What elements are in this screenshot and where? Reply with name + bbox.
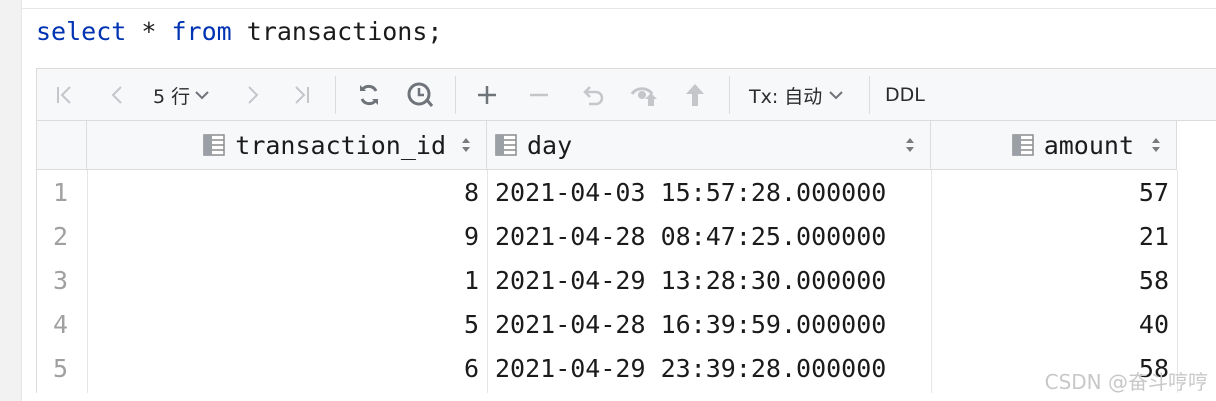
last-page-icon[interactable] — [287, 81, 315, 109]
row-number: 2 — [53, 222, 69, 251]
column-icon — [203, 134, 226, 156]
table-row[interactable]: 5 6 2021-04-29 23:39:28.000000 58 — [37, 347, 1177, 391]
toolbar-separator — [729, 76, 730, 114]
column-header-transaction-id[interactable]: transaction_id — [87, 121, 487, 170]
sql-editor-line[interactable]: select * from transactions; — [36, 16, 442, 48]
tx-mode-label: Tx: 自动 — [749, 85, 823, 108]
data-grid: transaction_id day amount 1 8 2021-04-03… — [37, 121, 1216, 393]
table-row[interactable]: 1 8 2021-04-03 15:57:28.000000 57 — [37, 171, 1177, 215]
column-header-label: amount — [1043, 130, 1134, 160]
next-page-icon[interactable] — [239, 81, 267, 109]
table-row[interactable]: 4 5 2021-04-28 16:39:59.000000 40 — [37, 303, 1177, 347]
ddl-button[interactable]: DDL — [885, 81, 933, 109]
cell-transaction-id[interactable]: 8 — [87, 171, 479, 215]
toolbar-separator — [869, 76, 870, 114]
sort-icon[interactable] — [904, 135, 916, 155]
row-number: 1 — [53, 178, 69, 207]
result-toolbar: 5 行 Tx: 自动 DDL — [37, 69, 1216, 121]
cell-day[interactable]: 2021-04-28 16:39:59.000000 — [495, 303, 925, 347]
cell-transaction-id[interactable]: 9 — [87, 215, 479, 259]
cell-transaction-id[interactable]: 6 — [87, 347, 479, 391]
preview-changes-icon[interactable] — [629, 81, 659, 109]
cell-transaction-id[interactable]: 5 — [87, 303, 479, 347]
result-panel: 5 行 Tx: 自动 DDL transaction_id day amount… — [36, 68, 1216, 393]
first-page-icon[interactable] — [51, 81, 79, 109]
cell-amount[interactable]: 58 — [931, 259, 1169, 303]
sort-icon[interactable] — [1150, 135, 1162, 155]
revert-icon[interactable] — [577, 81, 607, 109]
cell-amount[interactable]: 40 — [931, 303, 1169, 347]
toolbar-separator — [335, 76, 336, 114]
submit-icon[interactable] — [681, 81, 709, 109]
column-header-label: transaction_id — [235, 130, 446, 160]
sql-star: * — [141, 17, 157, 46]
toolbar-separator — [455, 76, 456, 114]
column-icon — [1011, 134, 1034, 156]
cell-amount[interactable]: 57 — [931, 171, 1169, 215]
column-header-day[interactable]: day — [487, 121, 931, 170]
divider — [22, 8, 1216, 9]
cell-amount[interactable]: 21 — [931, 215, 1169, 259]
chevron-down-icon — [195, 91, 209, 100]
cell-day[interactable]: 2021-04-28 08:47:25.000000 — [495, 215, 925, 259]
cell-day[interactable]: 2021-04-29 23:39:28.000000 — [495, 347, 925, 391]
row-number-header — [37, 121, 87, 170]
row-count-label: 5 行 — [153, 85, 191, 108]
sql-table-name: transactions; — [246, 17, 443, 46]
table-row[interactable]: 3 1 2021-04-29 13:28:30.000000 58 — [37, 259, 1177, 303]
column-header-label: day — [527, 130, 573, 160]
row-number: 4 — [53, 310, 69, 339]
row-number: 5 — [53, 354, 69, 383]
editor-gutter — [0, 0, 22, 401]
column-icon — [495, 134, 517, 156]
cell-day[interactable]: 2021-04-29 13:28:30.000000 — [495, 259, 925, 303]
watermark: CSDN @奋斗哼哼 — [1044, 370, 1208, 394]
add-row-icon[interactable] — [473, 81, 501, 109]
chevron-down-icon — [829, 91, 844, 100]
sql-keyword: from — [171, 17, 232, 46]
column-divider — [1177, 170, 1178, 393]
sort-icon[interactable] — [460, 135, 472, 155]
delete-row-icon[interactable] — [525, 81, 553, 109]
row-number: 3 — [53, 266, 69, 295]
cell-day[interactable]: 2021-04-03 15:57:28.000000 — [495, 171, 925, 215]
sql-keyword: select — [36, 17, 127, 46]
cell-transaction-id[interactable]: 1 — [87, 259, 479, 303]
table-row[interactable]: 2 9 2021-04-28 08:47:25.000000 21 — [37, 215, 1177, 259]
column-header-amount[interactable]: amount — [931, 121, 1177, 170]
row-count-dropdown[interactable]: 5 行 — [153, 81, 223, 109]
ddl-label: DDL — [885, 84, 925, 106]
tx-mode-dropdown[interactable]: Tx: 自动 — [749, 81, 853, 109]
refresh-icon[interactable] — [353, 81, 385, 109]
history-clock-icon[interactable] — [403, 81, 437, 109]
prev-page-icon[interactable] — [103, 81, 131, 109]
